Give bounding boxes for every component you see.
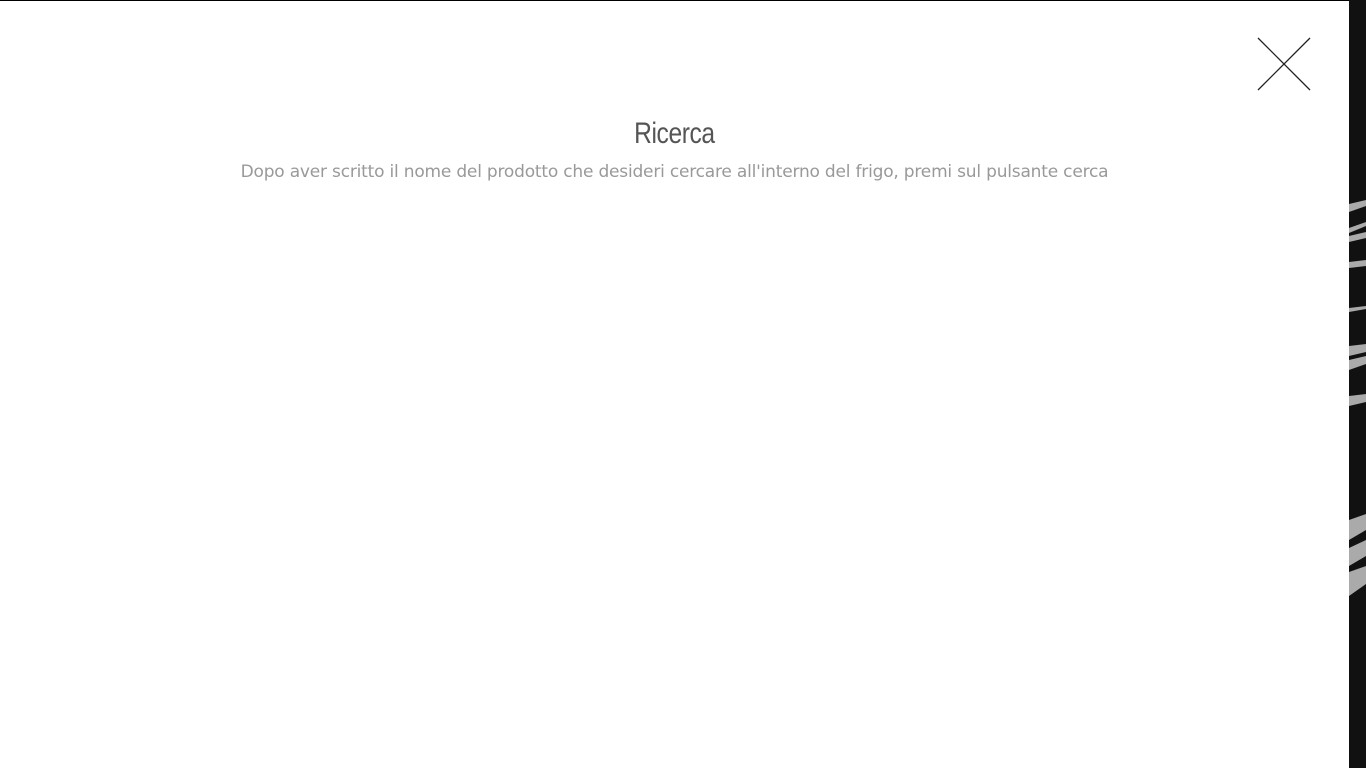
page: Ricerca Dopo aver scritto il nome del pr… [0, 0, 1366, 768]
search-title: Ricerca [634, 117, 715, 150]
close-icon [1257, 37, 1311, 91]
search-description: Dopo aver scritto il nome del prodotto c… [240, 162, 1109, 182]
background-image-strip [1349, 0, 1366, 768]
close-button[interactable] [1256, 36, 1312, 92]
search-overlay: Ricerca Dopo aver scritto il nome del pr… [0, 1, 1349, 768]
